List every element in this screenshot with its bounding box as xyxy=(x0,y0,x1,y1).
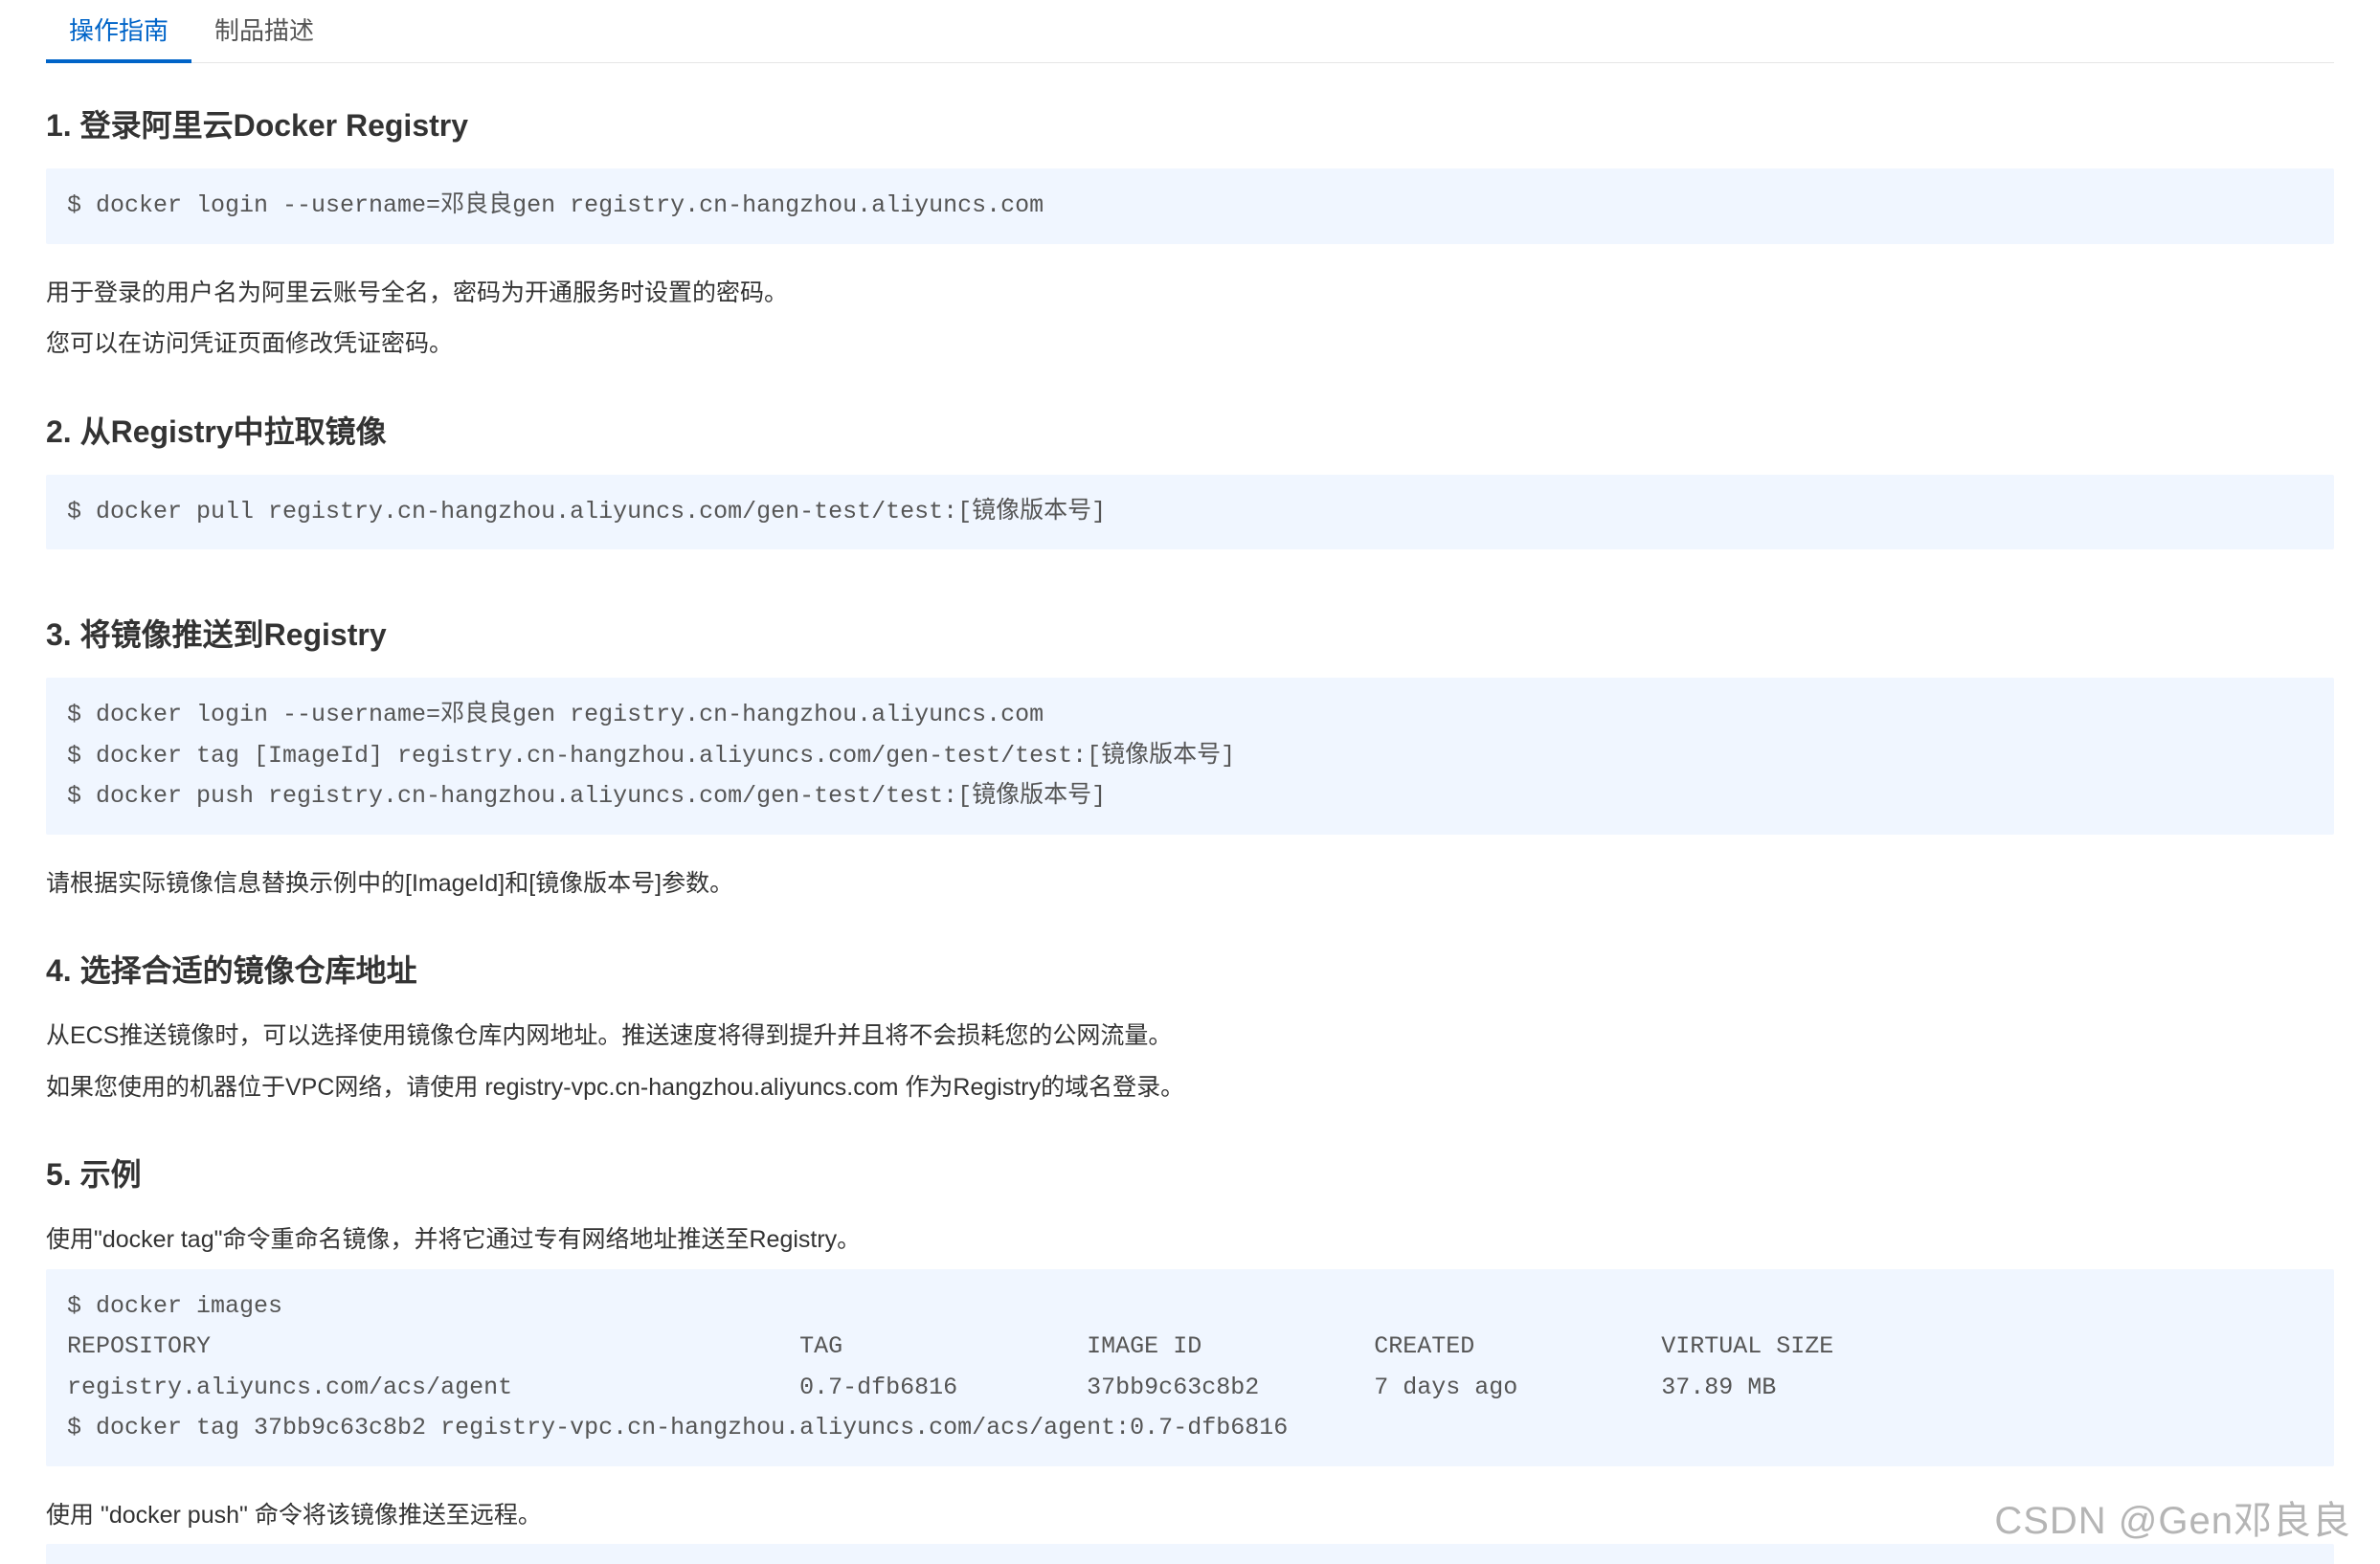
section-5-p2: 使用 "docker push" 命令将该镜像推送至远程。 xyxy=(46,1493,2334,1539)
section-1-title: 1. 登录阿里云Docker Registry xyxy=(46,101,2334,145)
section-5-code2: $ docker push registry-vpc.cn-hangzhou.a… xyxy=(46,1544,2334,1564)
section-1-code: $ docker login --username=邓良良gen registr… xyxy=(46,168,2334,244)
section-3-p1: 请根据实际镜像信息替换示例中的[ImageId]和[镜像版本号]参数。 xyxy=(46,861,2334,907)
section-4-p2: 如果您使用的机器位于VPC网络，请使用 registry-vpc.cn-hang… xyxy=(46,1065,2334,1111)
section-1-p1: 用于登录的用户名为阿里云账号全名，密码为开通服务时设置的密码。 xyxy=(46,271,2334,317)
section-2-title: 2. 从Registry中拉取镜像 xyxy=(46,408,2334,452)
section-2-code: $ docker pull registry.cn-hangzhou.aliyu… xyxy=(46,475,2334,550)
section-4-p1: 从ECS推送镜像时，可以选择使用镜像仓库内网地址。推送速度将得到提升并且将不会损… xyxy=(46,1014,2334,1060)
section-5-code1: $ docker images REPOSITORY TAG IMAGE ID … xyxy=(46,1269,2334,1466)
section-3-code: $ docker login --username=邓良良gen registr… xyxy=(46,678,2334,835)
tab-description[interactable]: 制品描述 xyxy=(191,0,337,62)
section-3-title: 3. 将镜像推送到Registry xyxy=(46,611,2334,655)
section-5-p1: 使用"docker tag"命令重命名镜像，并将它通过专有网络地址推送至Regi… xyxy=(46,1218,2334,1263)
section-5-title: 5. 示例 xyxy=(46,1151,2334,1195)
tab-guide[interactable]: 操作指南 xyxy=(46,0,191,62)
section-1-p2: 您可以在访问凭证页面修改凭证密码。 xyxy=(46,322,2334,368)
tabs-bar: 操作指南 制品描述 xyxy=(46,0,2334,63)
section-4-title: 4. 选择合适的镜像仓库地址 xyxy=(46,947,2334,991)
